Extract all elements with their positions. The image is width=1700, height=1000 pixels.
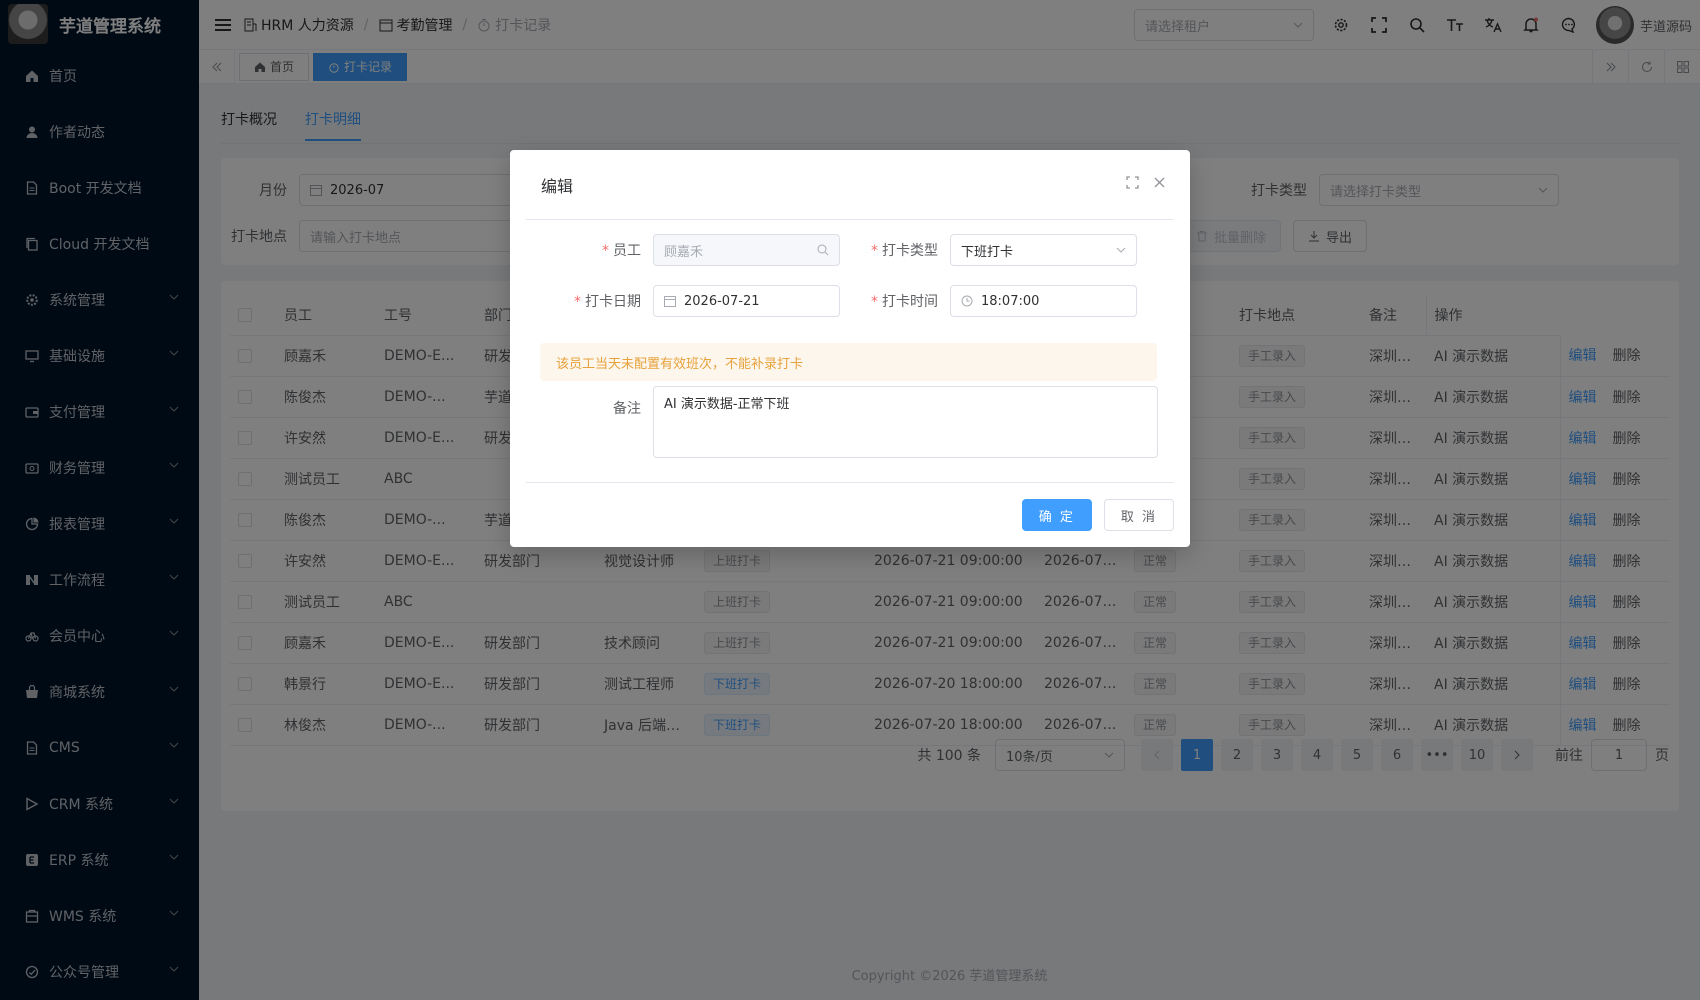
employee-field: * 员工 顾嘉禾 <box>540 234 840 266</box>
dialog-header: 编辑 <box>526 150 1174 220</box>
dialog-body: * 员工 顾嘉禾 * 打卡类型 下班打卡 * 打卡日期 2026-07-21 * 打卡时… <box>510 220 1190 482</box>
punch-time-value: 18:07:00 <box>981 293 1040 309</box>
no-shift-alert: 该员工当天未配置有效班次，不能补录打卡 <box>540 343 1157 381</box>
maximize-icon[interactable] <box>1126 176 1139 189</box>
employee-label: * 员工 <box>602 243 641 259</box>
dialog-tools <box>1126 176 1166 189</box>
clock-icon <box>961 295 973 307</box>
confirm-button[interactable]: 确 定 <box>1021 499 1092 531</box>
punch-type-select[interactable]: 下班打卡 <box>950 234 1137 266</box>
punch-date-value: 2026-07-21 <box>684 293 760 309</box>
search-icon <box>817 244 829 256</box>
edit-dialog: 编辑 * 员工 顾嘉禾 * 打卡类型 下班打卡 * 打卡日期 2026-07-21 <box>510 150 1190 547</box>
punch-date-field: * 打卡日期 2026-07-21 <box>540 285 840 317</box>
remark-label: 备注 <box>613 401 641 417</box>
punch-type-value: 下班打卡 <box>961 244 1014 260</box>
punch-type-label: * 打卡类型 <box>871 243 938 259</box>
cancel-button[interactable]: 取 消 <box>1103 499 1174 531</box>
employee-input[interactable]: 顾嘉禾 <box>653 234 840 266</box>
punch-date-label: * 打卡日期 <box>574 294 641 310</box>
punch-date-picker[interactable]: 2026-07-21 <box>653 285 840 317</box>
punch-time-picker[interactable]: 18:07:00 <box>950 285 1137 317</box>
chevron-down-icon <box>1116 247 1126 253</box>
remark-textarea[interactable]: AI 演示数据-正常下班 <box>653 386 1158 458</box>
dialog-title: 编辑 <box>541 176 574 196</box>
calendar-icon <box>664 296 676 307</box>
dialog-footer: 确 定 取 消 <box>526 482 1174 547</box>
close-icon[interactable] <box>1153 176 1166 189</box>
remark-field: 备注 <box>540 398 653 418</box>
punch-type-field: * 打卡类型 下班打卡 <box>840 234 1137 266</box>
punch-time-field: * 打卡时间 18:07:00 <box>840 285 1137 317</box>
employee-value: 顾嘉禾 <box>664 244 704 260</box>
punch-time-label: * 打卡时间 <box>871 294 938 310</box>
